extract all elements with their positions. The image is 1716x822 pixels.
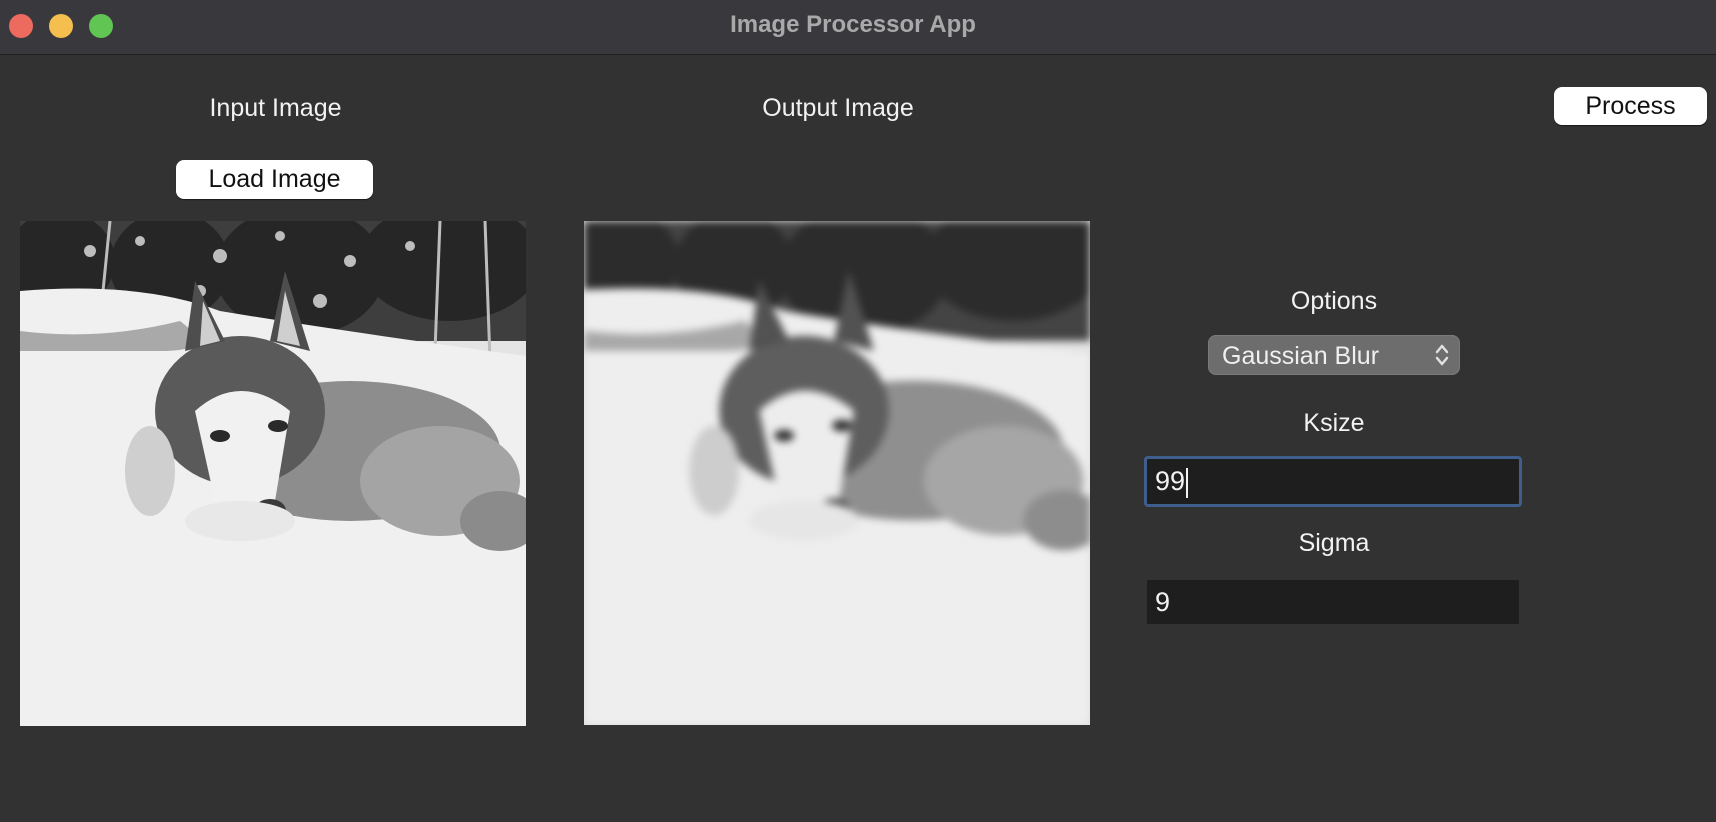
window-title: Image Processor App xyxy=(730,11,976,38)
process-button[interactable]: Process xyxy=(1554,87,1707,125)
chevron-up-down-icon xyxy=(1435,344,1449,366)
husky-photo-output xyxy=(584,221,1090,725)
options-select[interactable]: Gaussian Blur xyxy=(1208,335,1460,375)
husky-photo-input xyxy=(20,221,526,726)
sigma-input[interactable]: 9 xyxy=(1147,580,1519,624)
ksize-label: Ksize xyxy=(1303,409,1365,437)
options-label: Options xyxy=(1290,287,1378,315)
title-bar[interactable]: Image Processor App xyxy=(0,0,1716,55)
input-image-heading: Input Image xyxy=(209,94,342,122)
text-caret xyxy=(1186,467,1189,498)
sigma-value: 9 xyxy=(1155,587,1171,617)
ksize-value: 99 xyxy=(1155,466,1186,496)
load-image-button[interactable]: Load Image xyxy=(176,160,373,199)
app-window: Image Processor App Input Image Load Ima… xyxy=(0,0,1716,822)
ksize-input[interactable]: 99 xyxy=(1144,456,1522,507)
input-image xyxy=(20,221,526,726)
sigma-label: Sigma xyxy=(1298,529,1370,557)
output-image xyxy=(584,221,1090,725)
options-selected-value: Gaussian Blur xyxy=(1222,342,1380,370)
output-image-heading: Output Image xyxy=(762,94,914,122)
